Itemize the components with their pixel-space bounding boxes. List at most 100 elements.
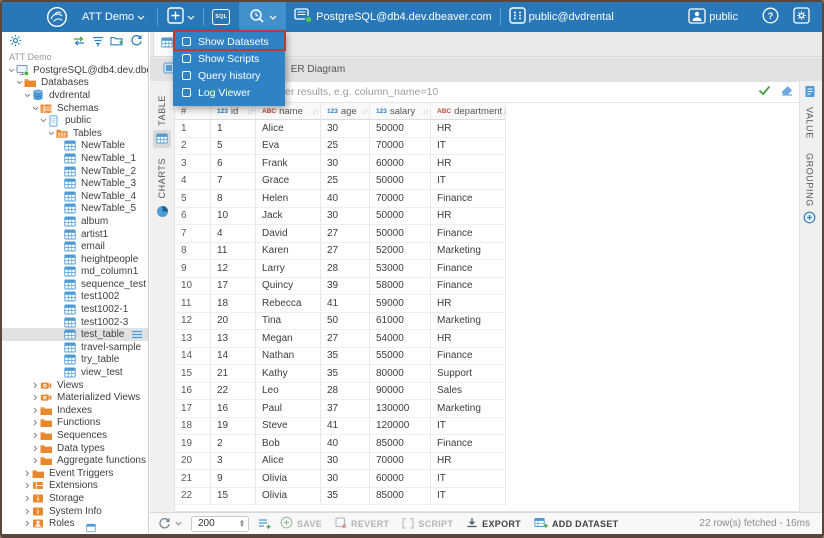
refresh-results-button[interactable] <box>158 517 182 530</box>
grid-cell[interactable]: Finance <box>431 225 506 243</box>
grid-cell[interactable]: 9 <box>211 470 256 488</box>
chevron-open-icon[interactable] <box>30 106 40 111</box>
tools-menu-button[interactable] <box>239 2 286 32</box>
grid-cell[interactable]: Alice <box>256 453 321 471</box>
grid-cell[interactable]: 37 <box>321 400 370 418</box>
chevron-closed-icon[interactable] <box>22 508 32 515</box>
grid-cell[interactable]: Marketing <box>431 313 506 331</box>
chevron-open-icon[interactable] <box>38 118 48 123</box>
help-button[interactable]: ? <box>758 2 783 32</box>
tree-item-travel-sample[interactable]: travel-sample <box>2 341 148 354</box>
panel-tab-value[interactable]: VALUE <box>804 85 816 139</box>
chevron-closed-icon[interactable] <box>22 470 32 477</box>
checkbox-icon[interactable] <box>182 37 191 46</box>
grid-cell[interactable]: Marketing <box>431 400 506 418</box>
grid-cell[interactable]: Karen <box>256 243 321 261</box>
grid-cell[interactable]: 6 <box>211 155 256 173</box>
checkbox-icon[interactable] <box>182 88 191 97</box>
tree-item-functions[interactable]: Functions <box>2 417 148 430</box>
tree-item-postgresql-db4-dev-dbe[interactable]: PostgreSQL@db4.dev.dbe... <box>2 64 148 77</box>
grid-cell[interactable]: 25 <box>321 138 370 156</box>
grid-cell[interactable]: 1 <box>211 120 256 138</box>
tree-item-email[interactable]: email <box>2 240 148 253</box>
grid-cell[interactable]: IT <box>431 138 506 156</box>
grid-cell[interactable]: 27 <box>321 225 370 243</box>
grid-cell[interactable]: 41 <box>321 295 370 313</box>
add-row-button[interactable] <box>258 518 271 530</box>
grid-cell[interactable]: Finance <box>431 278 506 296</box>
grid-cell[interactable]: 58000 <box>370 278 431 296</box>
clear-filter-eraser-icon[interactable] <box>780 83 793 101</box>
tree-item-tables[interactable]: Tables <box>2 127 148 140</box>
grid-cell[interactable]: 70000 <box>370 190 431 208</box>
grid-cell[interactable]: Tina <box>256 313 321 331</box>
grid-cell[interactable]: 60000 <box>370 470 431 488</box>
grid-cell[interactable]: 28 <box>321 260 370 278</box>
grid-cell[interactable]: 39 <box>321 278 370 296</box>
grid-cell[interactable]: 61000 <box>370 313 431 331</box>
sort-icon[interactable]: ↓↑ <box>312 107 320 116</box>
tree-item-album[interactable]: album <box>2 215 148 228</box>
grid-cell[interactable]: 60000 <box>370 155 431 173</box>
grid-cell[interactable]: Finance <box>431 348 506 366</box>
chevron-open-icon[interactable] <box>46 131 56 136</box>
chevron-open-icon[interactable] <box>14 80 24 85</box>
grid-cell[interactable]: 35 <box>321 488 370 506</box>
grid-cell[interactable]: 12 <box>211 260 256 278</box>
tree-item-md-column1[interactable]: md_column1 <box>2 266 148 279</box>
grid-cell[interactable]: 17 <box>211 278 256 296</box>
tree-item-indexes[interactable]: Indexes <box>2 404 148 417</box>
grid-cell[interactable]: 20 <box>211 313 256 331</box>
navigator-settings-gear-icon[interactable] <box>9 34 22 52</box>
sort-icon[interactable]: ↓↑ <box>502 107 506 116</box>
connection-selector[interactable]: PostgreSQL@db4.dev.dbeaver.com <box>290 2 495 32</box>
grid-cell[interactable]: Olivia <box>256 470 321 488</box>
grid-cell[interactable]: HR <box>431 155 506 173</box>
tree-item-schemas[interactable]: Schemas <box>2 102 148 115</box>
grid-cell[interactable]: 22 <box>211 383 256 401</box>
tree-item-view-test[interactable]: view_test <box>2 366 148 379</box>
column-header-age[interactable]: 123age↓↑ <box>321 103 370 120</box>
grid-cell[interactable]: IT <box>431 173 506 191</box>
grid-cell[interactable]: Paul <box>256 400 321 418</box>
tree-item-materialized-views[interactable]: Materialized Views <box>2 391 148 404</box>
grid-cell[interactable]: 40 <box>321 190 370 208</box>
grid-cell[interactable]: 130000 <box>370 400 431 418</box>
grid-cell[interactable]: Eva <box>256 138 321 156</box>
grid-cell[interactable]: Support <box>431 365 506 383</box>
tree-item-databases[interactable]: Databases <box>2 77 148 90</box>
grid-cell[interactable]: 50000 <box>370 208 431 226</box>
sync-connections-icon[interactable] <box>72 34 86 52</box>
grid-cell[interactable]: 3 <box>211 453 256 471</box>
add-dataset-button[interactable]: ADD DATASET <box>534 517 618 531</box>
tree-item-newtable-2[interactable]: NewTable_2 <box>2 165 148 178</box>
checkbox-icon[interactable] <box>182 71 191 80</box>
chevron-closed-icon[interactable] <box>30 407 40 414</box>
chevron-closed-icon[interactable] <box>30 432 40 439</box>
tree-item-newtable[interactable]: NewTable <box>2 140 148 153</box>
tree-item-test1002-3[interactable]: test1002-3 <box>2 316 148 329</box>
tree-item-views[interactable]: Views <box>2 379 148 392</box>
grid-cell[interactable]: Helen <box>256 190 321 208</box>
grid-cell[interactable]: HR <box>431 208 506 226</box>
tree-item-artist1[interactable]: artist1 <box>2 228 148 241</box>
grid-cell[interactable]: 35 <box>321 365 370 383</box>
grid-cell[interactable]: 59000 <box>370 295 431 313</box>
grid-cell[interactable]: 13 <box>211 330 256 348</box>
tree-item-heightpeople[interactable]: heightpeople <box>2 253 148 266</box>
save-button[interactable]: SAVE <box>280 516 322 531</box>
grid-cell[interactable]: Olivia <box>256 488 321 506</box>
tree-item-event-triggers[interactable]: Event Triggers <box>2 467 148 480</box>
presentation-tab-charts[interactable]: CHARTS <box>153 158 171 220</box>
script-button[interactable]: SCRIPT <box>402 517 453 531</box>
chevron-closed-icon[interactable] <box>30 457 40 464</box>
chevron-open-icon[interactable] <box>22 93 32 98</box>
grid-cell[interactable]: 52000 <box>370 243 431 261</box>
grid-cell[interactable]: 30 <box>321 470 370 488</box>
grid-cell[interactable]: 27 <box>321 330 370 348</box>
chevron-closed-icon[interactable] <box>30 445 40 452</box>
add-folder-icon[interactable] <box>110 34 124 52</box>
grid-cell[interactable]: Finance <box>431 190 506 208</box>
tree-item-test-table[interactable]: test_table <box>2 328 148 341</box>
grid-cell[interactable]: 18 <box>211 295 256 313</box>
